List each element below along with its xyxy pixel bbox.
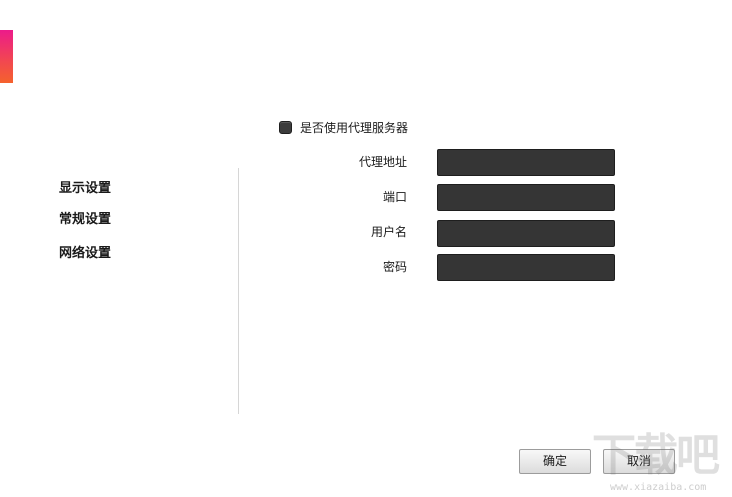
sidebar-item-general-settings[interactable]: 常规设置	[59, 212, 111, 228]
use-proxy-toggle[interactable]: 是否使用代理服务器	[279, 119, 408, 135]
proxy-address-input[interactable]	[437, 149, 615, 176]
ok-button[interactable]: 确定	[519, 449, 591, 474]
port-label: 端口	[382, 190, 407, 204]
brand-accent-bar	[0, 30, 13, 83]
proxy-address-label: 代理地址	[358, 155, 407, 169]
password-label: 密码	[382, 260, 407, 274]
port-input[interactable]	[437, 184, 615, 211]
username-label: 用户名	[370, 225, 407, 239]
sidebar-divider	[238, 168, 239, 414]
watermark-url: www.xiazaiba.com	[610, 482, 707, 493]
use-proxy-checkbox[interactable]	[279, 120, 292, 134]
sidebar-item-network-settings[interactable]: 网络设置	[59, 246, 111, 262]
use-proxy-label: 是否使用代理服务器	[300, 120, 409, 135]
cancel-button[interactable]: 取消	[603, 449, 675, 474]
username-input[interactable]	[437, 220, 615, 247]
password-input[interactable]	[437, 254, 615, 281]
sidebar-item-display-settings[interactable]: 显示设置	[59, 181, 111, 197]
